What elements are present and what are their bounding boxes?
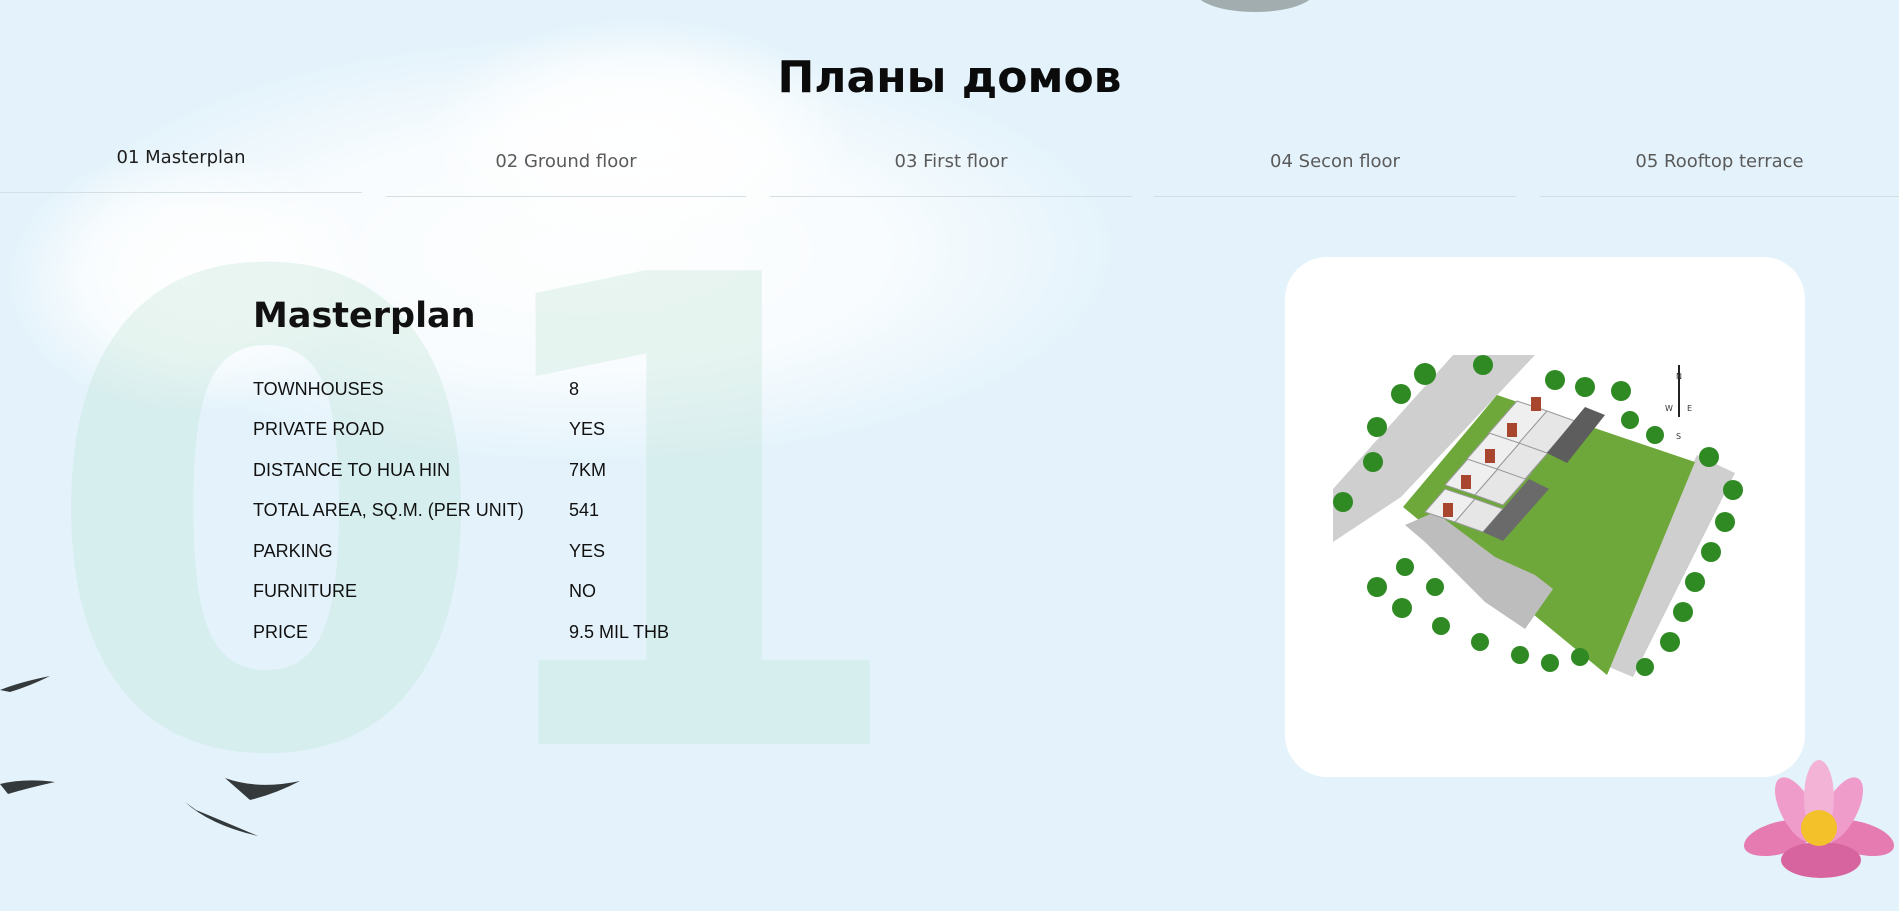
tab-underline	[1154, 196, 1516, 197]
tree	[1715, 512, 1735, 532]
tree	[1545, 370, 1565, 390]
tree	[1723, 480, 1743, 500]
bird-icon	[0, 780, 55, 794]
tree	[1701, 542, 1721, 562]
bird-icon	[185, 802, 258, 836]
tree	[1699, 447, 1719, 467]
roof	[1507, 423, 1517, 437]
tree	[1471, 633, 1489, 651]
tree	[1396, 558, 1414, 576]
lotus-flower-icon	[1743, 760, 1895, 878]
spec-key: PRIVATE ROAD	[253, 419, 385, 439]
bird-icon	[0, 676, 300, 836]
spec-row: DISTANCE TO HUA HIN 7KM	[253, 460, 733, 490]
masterplan-illustration: N W E S	[1333, 355, 1743, 677]
spec-value: YES	[569, 541, 606, 561]
spec-row: TOTAL AREA, SQ.M. (PER UNIT) 541	[253, 500, 733, 530]
tab-first-floor[interactable]: 03 First floor	[770, 151, 1132, 201]
tree	[1511, 646, 1529, 664]
tab-masterplan[interactable]: 01 Masterplan	[0, 147, 362, 197]
tab-underline	[0, 192, 362, 193]
tree	[1621, 411, 1639, 429]
tree	[1432, 617, 1450, 635]
tree	[1660, 632, 1680, 652]
spec-key: TOWNHOUSES	[253, 379, 384, 399]
spec-row: TOWNHOUSES 8	[253, 379, 733, 409]
tab-label: 04 Secon floor	[1270, 151, 1400, 172]
tree	[1333, 492, 1353, 512]
tab-label: 03 First floor	[894, 151, 1008, 172]
spec-value: 541	[569, 500, 600, 520]
tree	[1636, 658, 1654, 676]
tree	[1414, 363, 1436, 385]
roof	[1461, 475, 1471, 489]
compass-north: N	[1676, 372, 1682, 381]
spec-row: PRIVATE ROAD YES	[253, 419, 733, 449]
tab-underline	[1540, 196, 1899, 197]
spec-key: FURNITURE	[253, 581, 357, 601]
compass: N W E S	[1665, 365, 1692, 441]
spec-key: DISTANCE TO HUA HIN	[253, 460, 451, 480]
tree	[1611, 381, 1631, 401]
tab-underline	[770, 196, 1132, 197]
tree	[1367, 577, 1387, 597]
spec-row: PARKING YES	[253, 541, 733, 571]
tree	[1673, 602, 1693, 622]
compass-west: W	[1665, 404, 1673, 413]
spec-key: PARKING	[253, 541, 333, 561]
masterplan-image-card[interactable]: N W E S	[1285, 257, 1805, 777]
tree	[1473, 355, 1493, 375]
tab-label: 01 Masterplan	[116, 147, 246, 168]
tree	[1571, 648, 1589, 666]
compass-south: S	[1676, 432, 1681, 441]
spec-value: YES	[569, 419, 606, 439]
section-title: Masterplan	[253, 296, 476, 336]
roof	[1531, 397, 1541, 411]
roof	[1485, 449, 1495, 463]
spec-key: TOTAL AREA, SQ.M. (PER UNIT)	[253, 500, 524, 520]
bird-icon	[0, 676, 50, 692]
tab-rooftop-terrace[interactable]: 05 Rooftop terrace	[1540, 151, 1899, 201]
tree	[1391, 384, 1411, 404]
compass-east: E	[1687, 404, 1692, 413]
tree	[1575, 377, 1595, 397]
tab-label: 02 Ground floor	[495, 151, 637, 172]
tab-ground-floor[interactable]: 02 Ground floor	[386, 151, 746, 201]
tab-second-floor[interactable]: 04 Secon floor	[1154, 151, 1516, 201]
spec-key: PRICE	[253, 622, 309, 642]
tree	[1426, 578, 1444, 596]
tree	[1685, 572, 1705, 592]
tab-label: 05 Rooftop terrace	[1635, 151, 1804, 172]
spec-value: 9.5 MIL THB	[569, 622, 670, 642]
flower-center	[1801, 810, 1837, 846]
tree	[1646, 426, 1664, 444]
tree	[1367, 417, 1387, 437]
tree	[1392, 598, 1412, 618]
spec-value: NO	[569, 581, 596, 601]
spec-row: PRICE 9.5 MIL THB	[253, 622, 733, 652]
tree	[1363, 452, 1383, 472]
spec-value: 8	[569, 379, 580, 399]
roof	[1443, 503, 1453, 517]
tab-underline	[386, 196, 746, 197]
tree	[1541, 654, 1559, 672]
spec-value: 7KM	[569, 460, 607, 480]
petal	[1781, 842, 1861, 878]
bird-icon	[225, 778, 300, 800]
floor-tabs: 01 Masterplan 02 Ground floor 03 First f…	[0, 0, 1899, 200]
spec-row: FURNITURE NO	[253, 581, 733, 611]
